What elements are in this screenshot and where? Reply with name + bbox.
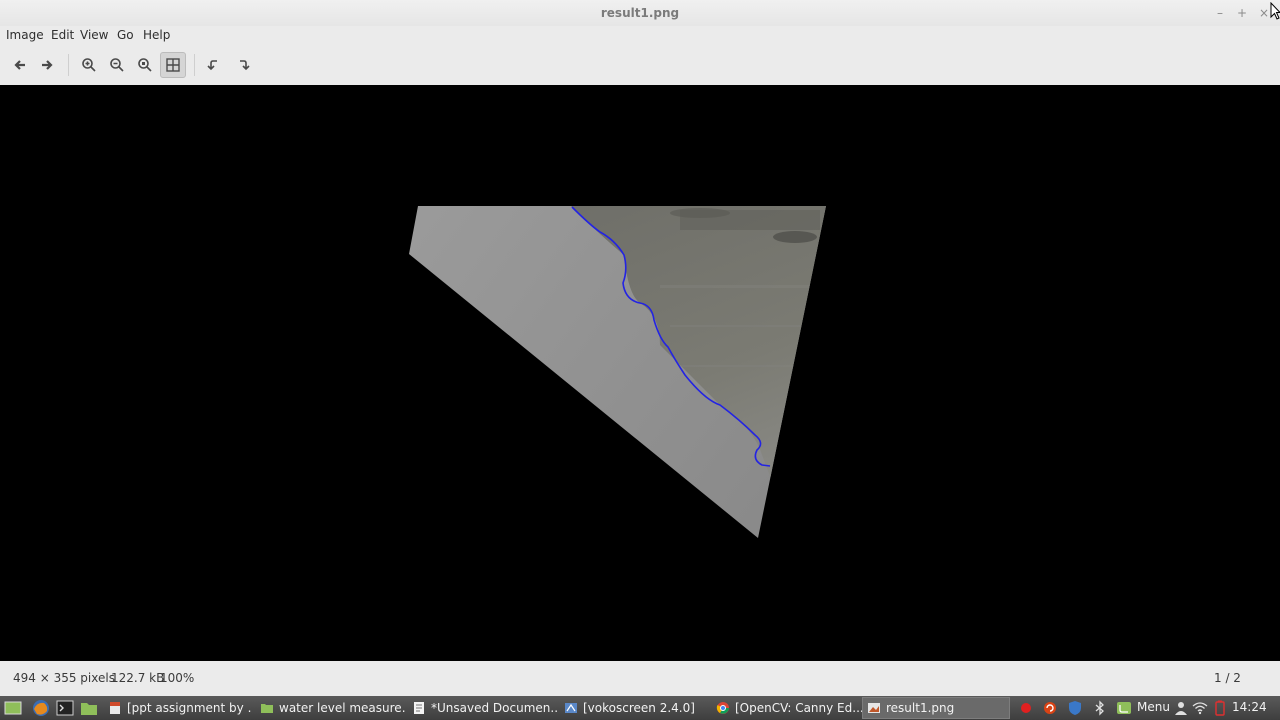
minimize-button[interactable]: –: [1210, 3, 1230, 23]
zoom-in-icon: [82, 58, 96, 72]
zoom-original-icon: [138, 58, 152, 72]
mouse-cursor-icon: [1270, 2, 1280, 20]
task-water-level-folder[interactable]: water level measure...: [256, 697, 406, 719]
menu-go[interactable]: Go: [117, 28, 134, 42]
best-fit-button[interactable]: [160, 52, 186, 78]
task-label: [vokoscreen 2.4.0]: [583, 701, 695, 715]
statusbar: 494 × 355 pixels 122.7 kB 100% 1 / 2: [0, 661, 1280, 694]
task-unsaved-document[interactable]: *Unsaved Documen...: [408, 697, 558, 719]
menu-image[interactable]: Image: [6, 28, 44, 42]
zoom-out-icon: [110, 58, 124, 72]
rotate-right-button[interactable]: [230, 52, 256, 78]
menu-view[interactable]: View: [80, 28, 108, 42]
task-label: [OpenCV: Canny Ed...: [735, 701, 862, 715]
previous-image-button[interactable]: [7, 52, 33, 78]
start-menu-label[interactable]: Menu: [1137, 700, 1170, 714]
zoom-normal-button[interactable]: [132, 52, 158, 78]
folder-icon: [261, 704, 273, 713]
rotate-left-icon: [207, 60, 217, 71]
task-vokoscreen[interactable]: [vokoscreen 2.4.0]: [560, 697, 710, 719]
battery-icon[interactable]: [1212, 700, 1228, 716]
image-position: 1 / 2: [1214, 671, 1241, 685]
taskbar: [ppt assignment by ... water level measu…: [0, 696, 1280, 720]
file-size: 122.7 kB: [111, 671, 165, 685]
task-label: result1.png: [886, 701, 955, 715]
next-image-button[interactable]: [34, 52, 60, 78]
fit-window-icon: [166, 58, 180, 72]
task-ppt-assignment[interactable]: [ppt assignment by ...: [104, 697, 252, 719]
image-viewer-icon: [868, 703, 880, 713]
firefox-icon[interactable]: [32, 699, 50, 717]
mint-menu-icon[interactable]: [1116, 700, 1132, 716]
terminal-icon[interactable]: [56, 699, 74, 717]
document-icon: [110, 702, 120, 714]
toolbar-separator: [68, 54, 69, 76]
window-titlebar[interactable]: result1.png – + ×: [0, 0, 1280, 26]
displayed-image: [409, 206, 826, 538]
wifi-icon[interactable]: [1192, 700, 1208, 716]
arrow-right-icon: [42, 60, 53, 70]
files-icon[interactable]: [80, 699, 98, 717]
window-title: result1.png: [600, 6, 680, 20]
menubar: Image Edit View Go Help: [0, 26, 1280, 46]
clock[interactable]: 14:24: [1232, 700, 1267, 714]
record-icon[interactable]: [1018, 700, 1034, 716]
zoom-level: 100%: [160, 671, 195, 685]
arrow-left-icon: [14, 60, 25, 70]
show-desktop-icon[interactable]: [4, 699, 22, 717]
task-label: *Unsaved Documen...: [431, 701, 558, 715]
vokoscreen-icon: [565, 703, 577, 713]
task-opencv-canny[interactable]: [OpenCV: Canny Ed...: [712, 697, 862, 719]
rotate-left-button[interactable]: [201, 52, 227, 78]
rotate-right-icon: [240, 60, 250, 71]
bluetooth-icon[interactable]: [1092, 700, 1108, 716]
user-icon[interactable]: [1173, 700, 1189, 716]
task-label: [ppt assignment by ...: [127, 701, 252, 715]
menu-edit[interactable]: Edit: [51, 28, 74, 42]
chrome-icon: [716, 702, 729, 714]
zoom-in-button[interactable]: [76, 52, 102, 78]
menu-help[interactable]: Help: [143, 28, 170, 42]
toolbar: [0, 48, 1280, 82]
shield-icon[interactable]: [1067, 700, 1083, 716]
toolbar-separator: [194, 54, 195, 76]
task-result1-png[interactable]: result1.png: [862, 697, 1010, 719]
image-viewport[interactable]: [0, 85, 1280, 661]
maximize-button[interactable]: +: [1232, 3, 1252, 23]
image-dimensions: 494 × 355 pixels: [13, 671, 115, 685]
zoom-out-button[interactable]: [104, 52, 130, 78]
text-editor-icon: [414, 702, 424, 714]
task-label: water level measure...: [279, 701, 406, 715]
update-manager-icon[interactable]: [1042, 700, 1058, 716]
